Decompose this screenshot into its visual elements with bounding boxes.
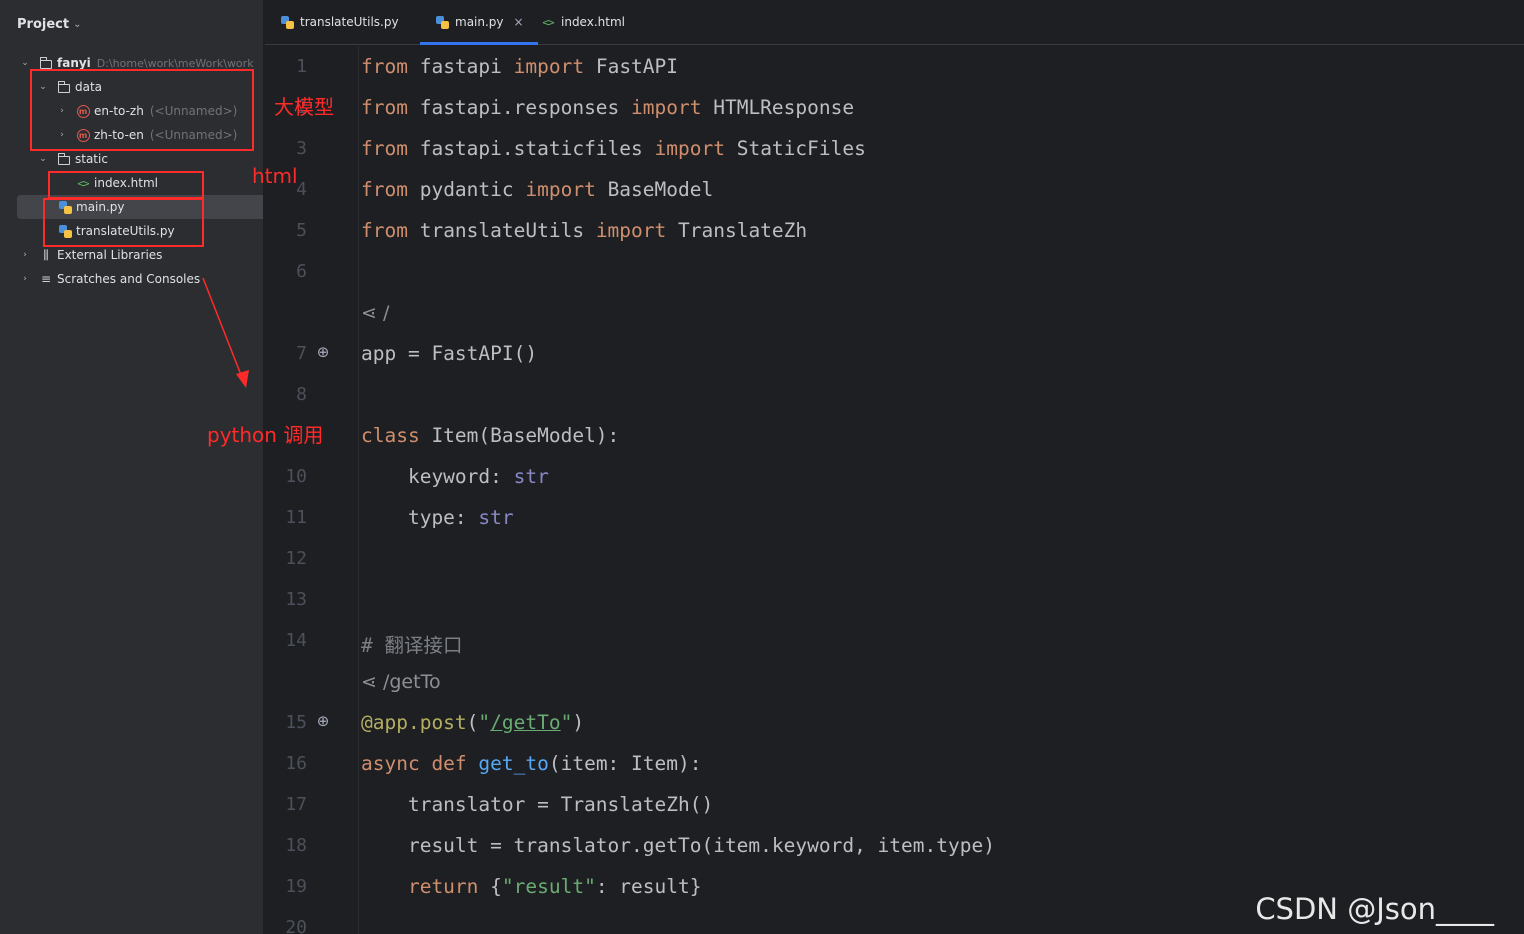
folder-icon: [56, 151, 72, 167]
line-number: 15: [285, 712, 307, 733]
line-number: 17: [285, 794, 307, 815]
code-line[interactable]: ⋖ /getTo: [265, 661, 1524, 702]
ide-window: Project ⌄ ⌄ fanyi D:\home\work\meWork\wo…: [0, 0, 1524, 934]
tab-label: index.html: [561, 15, 625, 29]
code-text: from fastapi import FastAPI: [361, 55, 679, 78]
code-line[interactable]: 7 ⊕ app = FastAPI(): [265, 333, 1524, 374]
code-line[interactable]: ⋖ /: [265, 292, 1524, 333]
library-icon: ⫼: [43, 247, 49, 262]
line-number: 18: [285, 835, 307, 856]
line-number: 19: [285, 876, 307, 897]
line-number: 5: [296, 220, 307, 241]
code-line[interactable]: 4 from pydantic import BaseModel: [265, 169, 1524, 210]
tab-label: translateUtils.py: [300, 15, 399, 29]
endpoint-hint[interactable]: ⋖ /getTo: [361, 670, 441, 693]
line-number: 13: [285, 589, 307, 610]
project-panel-title: Project: [17, 17, 70, 32]
chevron-down-icon[interactable]: ⌄: [38, 154, 48, 164]
editor-tab-bar: translateUtils.py main.py × <> index.htm…: [265, 0, 1524, 45]
code-line[interactable]: 11 type: str: [265, 497, 1524, 538]
code-line[interactable]: 8: [265, 374, 1524, 415]
tree-item-label: static: [75, 152, 108, 166]
code-text: result = translator.getTo(item.keyword, …: [361, 834, 995, 857]
chevron-down-icon[interactable]: ⌄: [20, 58, 30, 68]
annotation-box-python: [43, 198, 204, 247]
tab-translateutils-py[interactable]: translateUtils.py: [279, 0, 399, 44]
code-text: app = FastAPI(): [361, 342, 538, 365]
code-text: keyword: str: [361, 465, 549, 488]
code-text: # 翻译接口: [361, 634, 463, 657]
code-line[interactable]: 16 async def get_to(item: Item):: [265, 743, 1524, 784]
annotation-label-models: 大模型: [274, 95, 334, 119]
code-text: type: str: [361, 506, 514, 529]
annotation-box-models: [30, 69, 254, 151]
code-line[interactable]: 18 result = translator.getTo(item.keywor…: [265, 825, 1524, 866]
code-line[interactable]: 2 from fastapi.responses import HTMLRespo…: [265, 87, 1524, 128]
project-panel-header[interactable]: Project ⌄: [17, 17, 81, 32]
code-text: class Item(BaseModel):: [361, 424, 620, 447]
line-number: 8: [296, 384, 307, 405]
tree-item-label: External Libraries: [57, 248, 163, 262]
html-file-icon: <>: [542, 15, 554, 29]
share-icon: ⋖: [361, 671, 383, 693]
line-number: 7: [296, 343, 307, 364]
line-number: 11: [285, 507, 307, 528]
line-number: 14: [285, 630, 307, 651]
annotation-label-python: python 调用: [207, 423, 324, 447]
code-text: @app.post("/getTo"): [361, 711, 585, 734]
code-text: from fastapi.staticfiles import StaticFi…: [361, 137, 866, 160]
code-line[interactable]: 6: [265, 251, 1524, 292]
endpoint-icon[interactable]: ⊕: [314, 712, 332, 730]
python-file-icon: [279, 14, 295, 30]
endpoint-hint[interactable]: ⋖ /: [361, 301, 389, 324]
annotation-box-html: [48, 171, 204, 199]
tree-item-label: fanyi: [57, 56, 91, 70]
code-text: translator = TranslateZh(): [361, 793, 714, 816]
chevron-right-icon[interactable]: ›: [20, 250, 30, 260]
line-number: 3: [296, 138, 307, 159]
chevron-right-icon[interactable]: ›: [20, 274, 30, 284]
scratches-icon: ≡: [40, 272, 52, 286]
code-line[interactable]: class Item(BaseModel):: [265, 415, 1524, 456]
code-line[interactable]: 12: [265, 538, 1524, 579]
watermark: CSDN @Json____: [1255, 892, 1494, 926]
line-number: 12: [285, 548, 307, 569]
code-line[interactable]: 1 from fastapi import FastAPI: [265, 46, 1524, 87]
code-text: from translateUtils import TranslateZh: [361, 219, 808, 242]
tree-item-path: D:\home\work\meWork\work: [96, 56, 254, 70]
line-number: 6: [296, 261, 307, 282]
code-text: return {"result": result}: [361, 875, 702, 898]
line-number: 20: [285, 917, 307, 934]
chevron-down-icon: ⌄: [73, 19, 82, 30]
code-editor[interactable]: 1 from fastapi import FastAPI 2 from fastap…: [265, 46, 1524, 934]
tree-item-scratches[interactable]: › ≡ Scratches and Consoles: [0, 267, 263, 291]
code-text: from pydantic import BaseModel: [361, 178, 714, 201]
close-icon[interactable]: ×: [514, 15, 524, 29]
code-line[interactable]: 10 keyword: str: [265, 456, 1524, 497]
share-icon: ⋖: [361, 302, 383, 324]
code-line[interactable]: 14 # 翻译接口: [265, 620, 1524, 661]
code-line[interactable]: 17 translator = TranslateZh(): [265, 784, 1524, 825]
line-number: 1: [296, 56, 307, 77]
tree-item-label: Scratches and Consoles: [57, 272, 201, 286]
line-number: 16: [285, 753, 307, 774]
code-line[interactable]: 13: [265, 579, 1524, 620]
tab-main-py[interactable]: main.py ×: [420, 0, 538, 45]
tab-label: main.py: [455, 15, 504, 29]
annotation-label-html: html: [252, 164, 298, 188]
endpoint-icon[interactable]: ⊕: [314, 343, 332, 361]
tab-index-html[interactable]: <> index.html: [540, 0, 625, 44]
line-number: 10: [285, 466, 307, 487]
code-text: async def get_to(item: Item):: [361, 752, 702, 775]
code-text: from fastapi.responses import HTMLRespon…: [361, 96, 855, 119]
python-file-icon: [434, 14, 450, 30]
code-line[interactable]: 3 from fastapi.staticfiles import StaticF…: [265, 128, 1524, 169]
code-line[interactable]: 15 ⊕ @app.post("/getTo"): [265, 702, 1524, 743]
code-line[interactable]: 5 from translateUtils import TranslateZh: [265, 210, 1524, 251]
